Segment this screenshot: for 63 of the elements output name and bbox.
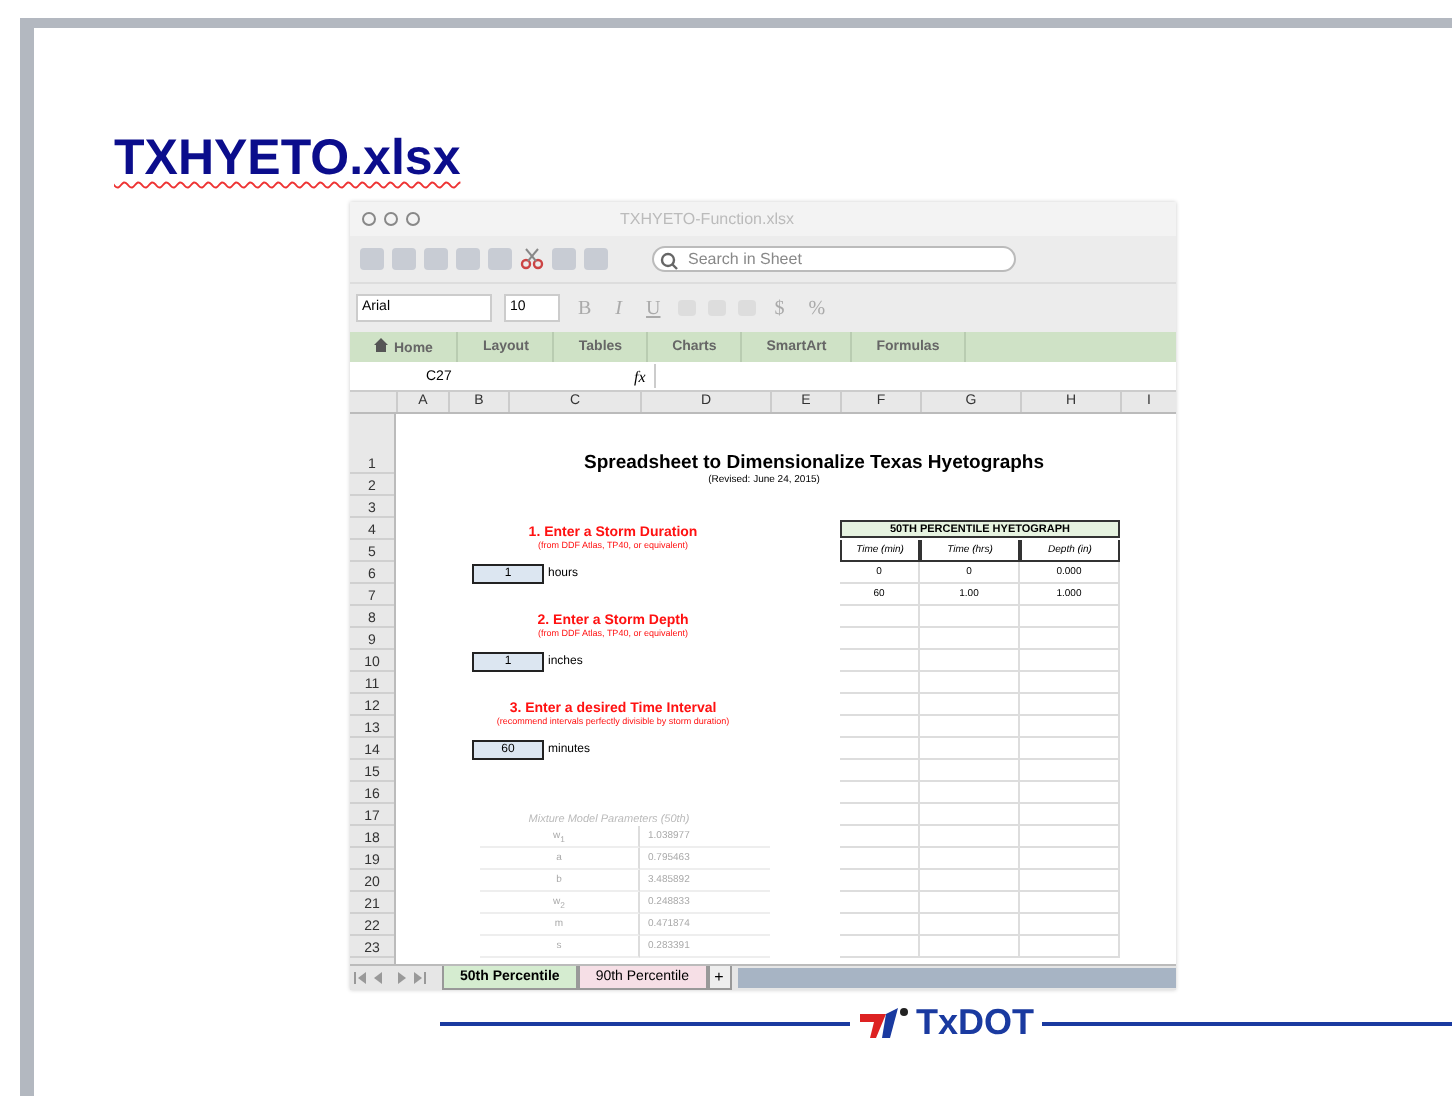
empty-table-cell [920, 738, 1020, 760]
empty-table-cell [920, 870, 1020, 892]
empty-table-cell [1020, 650, 1120, 672]
horizontal-scrollbar[interactable] [737, 968, 1176, 988]
empty-table-cell [920, 760, 1020, 782]
empty-table-cell [840, 628, 920, 650]
empty-table-cell [920, 848, 1020, 870]
empty-table-cell [840, 760, 920, 782]
empty-table-cell [1020, 738, 1120, 760]
add-sheet-button[interactable]: + [707, 966, 732, 990]
empty-table-cell [920, 694, 1020, 716]
minimize-icon[interactable] [384, 212, 398, 226]
empty-table-cell [840, 672, 920, 694]
empty-table-cell [1020, 804, 1120, 826]
empty-table-cell [840, 738, 920, 760]
empty-table-cell [840, 914, 920, 936]
empty-table-cell [920, 606, 1020, 628]
empty-table-cell [1020, 914, 1120, 936]
empty-table-cell [1020, 782, 1120, 804]
empty-table-cell [1020, 760, 1120, 782]
empty-table-cell [1020, 606, 1120, 628]
empty-table-cell [1020, 672, 1120, 694]
window-title: TXHYETO-Function.xlsx [620, 210, 794, 228]
empty-table-cell [920, 650, 1020, 672]
empty-table-cell [840, 826, 920, 848]
txdot-logo: TxDOT [850, 1002, 1043, 1044]
empty-table-cell [840, 606, 920, 628]
empty-table-cell [840, 782, 920, 804]
zoom-icon[interactable] [406, 212, 420, 226]
empty-table-cell [1020, 716, 1120, 738]
empty-table-cell [840, 892, 920, 914]
empty-table-cell [840, 848, 920, 870]
search-icon [660, 252, 680, 270]
close-icon[interactable] [362, 212, 376, 226]
house-icon [374, 338, 388, 352]
empty-table-cell [840, 804, 920, 826]
empty-table-cell [840, 716, 920, 738]
empty-table-cell [840, 870, 920, 892]
scissors-icon[interactable] [520, 248, 544, 270]
empty-table-cell [920, 628, 1020, 650]
empty-table-cell [840, 694, 920, 716]
empty-table-cell [1020, 848, 1120, 870]
empty-table-cell [920, 782, 1020, 804]
empty-table-cell [840, 650, 920, 672]
sheet-heading: Spreadsheet to Dimensionalize Texas Hyetographs [581, 452, 1046, 474]
empty-table-cell [1020, 870, 1120, 892]
empty-table-cell [920, 804, 1020, 826]
empty-table-cell [920, 892, 1020, 914]
empty-table-cell [920, 936, 1020, 958]
empty-table-cell [1020, 936, 1120, 958]
empty-table-cell [920, 672, 1020, 694]
empty-table-cell [920, 716, 1020, 738]
empty-table-cell [840, 936, 920, 958]
empty-table-cell [920, 914, 1020, 936]
search-field[interactable]: Search in Sheet [652, 246, 1016, 272]
flag-icon [858, 1005, 910, 1041]
empty-table-cell [1020, 628, 1120, 650]
function-button[interactable]: fx [634, 367, 646, 385]
empty-table-cell [1020, 826, 1120, 848]
empty-table-cell [1020, 694, 1120, 716]
empty-table-cell [920, 826, 1020, 848]
empty-table-cell [1020, 892, 1120, 914]
slide-title: TXHYETO.xlsx [114, 130, 461, 186]
